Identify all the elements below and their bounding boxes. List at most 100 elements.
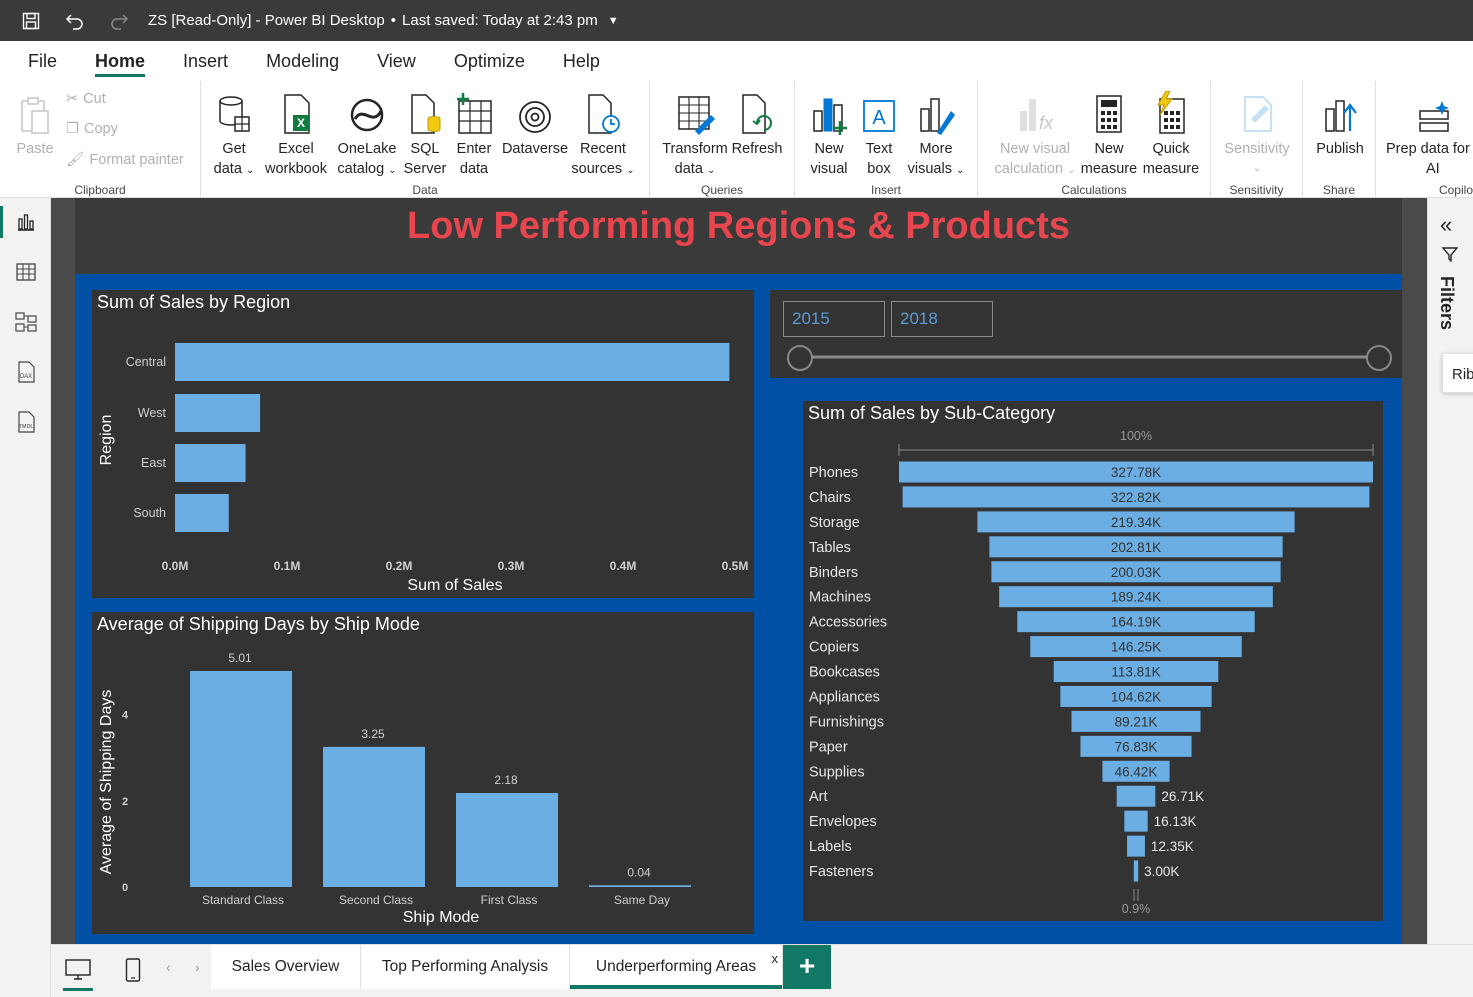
- sales-by-region-visual[interactable]: Sum of Sales by Region Central West East So…: [92, 290, 754, 598]
- filter-icon: [1441, 246, 1459, 267]
- queries-group-label: Queries: [700, 183, 744, 197]
- quick-measure-button[interactable]: Quick measure: [1140, 89, 1202, 179]
- shipping-days-visual[interactable]: Average of Shipping Days by Ship Mode 5.…: [92, 612, 754, 934]
- funnel-bottom-percent: 0.9%: [1122, 902, 1151, 916]
- shipmode-category-label: Same Day: [614, 893, 670, 907]
- slicer-end-input[interactable]: 2018: [891, 301, 993, 337]
- queries-group: Transform data ⌄ Refresh Queries: [650, 81, 795, 198]
- new-visual-calculation-button[interactable]: fx New visual calculation ⌄: [988, 89, 1082, 181]
- save-icon[interactable]: [18, 8, 44, 34]
- table-view-icon[interactable]: [10, 256, 42, 288]
- recent-sources-button[interactable]: Recent sources ⌄: [570, 89, 636, 181]
- sensitivity-button[interactable]: Sensitivity ⌄: [1219, 89, 1295, 179]
- shipmode-bar: [589, 885, 691, 887]
- publish-button[interactable]: Publish: [1311, 89, 1369, 159]
- mobile-layout-icon[interactable]: [116, 953, 150, 987]
- new-measure-label-1: New: [1094, 141, 1124, 157]
- page-tabs-bar: ‹ › Sales Overview Top Performing Analys…: [51, 944, 1473, 997]
- funnel-category-label: Binders: [809, 565, 858, 581]
- recent-label-2: sources: [571, 161, 623, 177]
- tab-optimize[interactable]: Optimize: [435, 41, 544, 81]
- publish-label: Publish: [1316, 141, 1364, 157]
- funnel-category-label: Art: [809, 789, 828, 805]
- slicer-end-handle[interactable]: [1366, 345, 1392, 371]
- funnel-value-label: 89.21K: [1115, 714, 1158, 729]
- undo-icon[interactable]: [62, 8, 88, 34]
- format-painter-button[interactable]: 🖌 Format painter: [66, 151, 184, 169]
- report-view-icon[interactable]: [10, 206, 42, 238]
- region-category-label: West: [138, 406, 167, 420]
- dataverse-icon: [500, 89, 570, 135]
- dataverse-button[interactable]: Dataverse: [500, 89, 570, 159]
- dax-query-view-icon[interactable]: DAX: [10, 356, 42, 388]
- refresh-button[interactable]: Refresh: [731, 89, 783, 159]
- region-bar: [175, 343, 730, 381]
- format-painter-label: Format painter: [89, 151, 184, 168]
- tab-file[interactable]: File: [0, 41, 76, 81]
- next-page-icon[interactable]: ›: [195, 959, 200, 975]
- funnel-value-label: 322.82K: [1111, 490, 1161, 505]
- page-tab-underperforming[interactable]: Underperforming Areas x: [570, 945, 783, 989]
- new-measure-button[interactable]: New measure: [1080, 89, 1138, 179]
- sensitivity-group-label: Sensitivity: [1229, 183, 1284, 197]
- text-box-button[interactable]: A Text box: [857, 89, 901, 179]
- title-dropdown-icon[interactable]: ▼: [608, 15, 619, 27]
- funnel-category-label: Supplies: [809, 764, 865, 780]
- page-tab-top-performing[interactable]: Top Performing Analysis: [361, 945, 570, 989]
- sql-server-button[interactable]: SQL Server: [403, 89, 447, 179]
- transform-data-button[interactable]: Transform data ⌄: [660, 89, 730, 181]
- new-visual-button[interactable]: New visual: [807, 89, 851, 179]
- shipmode-value-label: 3.25: [361, 727, 385, 741]
- more-visuals-button[interactable]: More visuals ⌄: [905, 89, 967, 181]
- expand-filters-icon[interactable]: «: [1440, 212, 1452, 238]
- tab-home[interactable]: Home: [76, 41, 164, 81]
- text-box-label-2: box: [867, 161, 891, 177]
- filters-pane: « Filters: [1427, 198, 1473, 944]
- desktop-layout-icon[interactable]: [61, 953, 95, 991]
- tab-modeling[interactable]: Modeling: [247, 41, 358, 81]
- sales-by-subcategory-visual[interactable]: Sum of Sales by Sub-Category 100% Phones 3…: [803, 401, 1383, 921]
- get-data-button[interactable]: Get data ⌄: [211, 89, 257, 181]
- model-view-icon[interactable]: [10, 306, 42, 338]
- prev-page-icon[interactable]: ‹: [166, 959, 171, 975]
- report-canvas: Low Performing Regions & Products Sum of…: [51, 198, 1427, 944]
- shipmode-value-label: 2.18: [494, 773, 518, 787]
- copy-button[interactable]: ❐ Copy: [66, 121, 118, 137]
- sensitivity-group: Sensitivity ⌄ Sensitivity: [1211, 81, 1303, 198]
- close-page-icon[interactable]: x: [772, 937, 779, 981]
- redo-icon[interactable]: [106, 8, 132, 34]
- year-slicer[interactable]: 2015 2018: [770, 290, 1402, 378]
- enter-data-button[interactable]: Enter data: [452, 89, 496, 179]
- publish-icon: [1311, 89, 1369, 135]
- excel-workbook-button[interactable]: X Excel workbook: [263, 89, 329, 179]
- filters-label[interactable]: Filters: [1436, 276, 1457, 330]
- tmdl-view-icon[interactable]: TMDL: [10, 406, 42, 438]
- prep-label-1: Prep data for: [1386, 141, 1470, 157]
- funnel-value-label: 146.25K: [1111, 640, 1161, 655]
- clipboard-group: Paste ✂ Cut ❐ Copy 🖌 Format painter Clipboa…: [0, 81, 201, 198]
- visual-calculation-icon: fx: [988, 89, 1082, 135]
- enter-label-2: data: [459, 161, 489, 177]
- chevron-down-icon: ⌄: [1252, 163, 1262, 174]
- title-bar: ZS [Read-Only] - Power BI Desktop • Last…: [0, 0, 1473, 41]
- tab-help[interactable]: Help: [544, 41, 619, 81]
- cut-button[interactable]: ✂ Cut: [66, 91, 106, 107]
- funnel-bar: [1133, 860, 1139, 882]
- paste-button[interactable]: Paste: [12, 89, 58, 159]
- tab-insert[interactable]: Insert: [164, 41, 247, 81]
- slicer-start-handle[interactable]: [787, 345, 813, 371]
- shipmode-chart-svg: 5.01 Standard Class 3.25 Second Class 2.18 Fi…: [98, 651, 691, 926]
- sensitivity-btn-label: Sensitivity: [1224, 141, 1290, 157]
- svg-text:fx: fx: [1039, 113, 1054, 133]
- onelake-catalog-button[interactable]: OneLake catalog ⌄: [334, 89, 400, 181]
- region-x-tick: 0.5M: [722, 559, 749, 573]
- svg-text:TMDL: TMDL: [19, 424, 34, 430]
- page-tab-sales-overview[interactable]: Sales Overview: [211, 945, 361, 989]
- clipboard-group-label: Clipboard: [74, 183, 126, 197]
- tab-view[interactable]: View: [358, 41, 435, 81]
- slicer-start-input[interactable]: 2015: [783, 301, 885, 337]
- funnel-value-label: 189.24K: [1111, 590, 1161, 605]
- prep-data-ai-button[interactable]: Prep data for AI: [1386, 89, 1473, 179]
- add-page-button[interactable]: +: [783, 945, 831, 989]
- recent-sources-icon: [570, 89, 636, 135]
